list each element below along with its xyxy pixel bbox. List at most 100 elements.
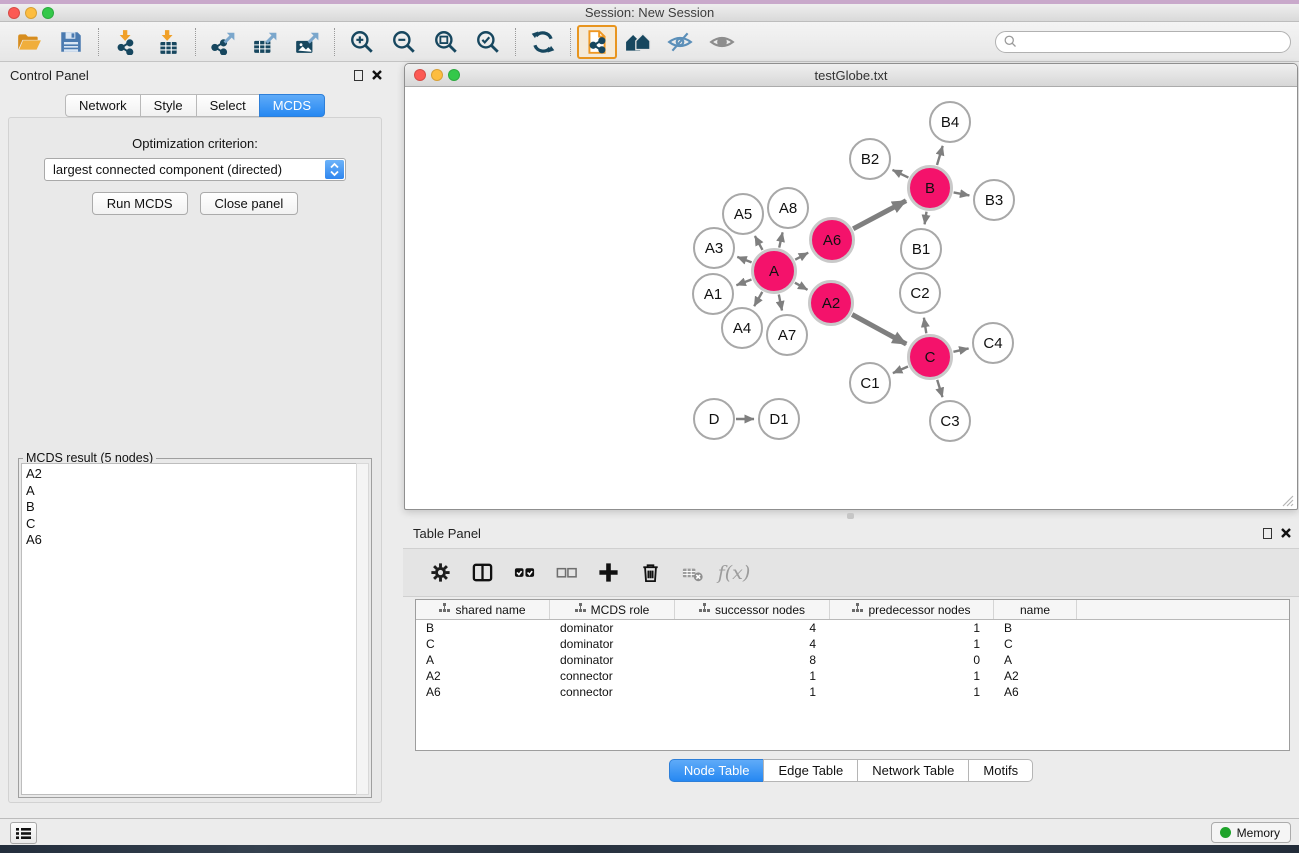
cell: A2 — [994, 668, 1077, 684]
tab-select[interactable]: Select — [196, 94, 259, 117]
table-row[interactable]: A2connector11A2 — [416, 668, 1289, 684]
tab-style[interactable]: Style — [140, 94, 196, 117]
close-panel-icon[interactable] — [372, 68, 382, 83]
attribute-type-icon — [699, 603, 710, 617]
column-header-successor-nodes[interactable]: successor nodes — [675, 600, 830, 619]
mcds-result-list[interactable]: A2ABCA6 — [21, 463, 356, 795]
new-network-icon[interactable] — [577, 25, 617, 59]
graph-node-D1[interactable]: D1 — [758, 398, 800, 440]
task-history-button[interactable] — [10, 822, 37, 844]
float-panel-icon[interactable] — [354, 70, 363, 81]
open-session-icon[interactable] — [8, 26, 50, 58]
graph-node-C[interactable]: C — [907, 334, 953, 380]
column-header-name[interactable]: name — [994, 600, 1077, 619]
export-image-icon[interactable] — [286, 26, 328, 58]
graph-node-B4[interactable]: B4 — [929, 101, 971, 143]
graph-node-D[interactable]: D — [693, 398, 735, 440]
column-header-predecessor-nodes[interactable]: predecessor nodes — [830, 600, 994, 619]
import-network-icon[interactable] — [105, 26, 147, 58]
resize-grip-icon[interactable] — [1282, 494, 1294, 506]
criterion-select[interactable]: largest connected component (directed) — [44, 158, 346, 181]
column-header-shared-name[interactable]: shared name — [416, 600, 550, 619]
table-row[interactable]: Bdominator41B — [416, 620, 1289, 636]
graph-node-B2[interactable]: B2 — [849, 138, 891, 180]
mcds-result-item[interactable]: C — [26, 516, 356, 533]
export-network-icon[interactable] — [202, 26, 244, 58]
memory-button[interactable]: Memory — [1211, 822, 1291, 843]
network-canvas[interactable]: B4 B2 B B3 A8A5 A6 A3 B1 A C2 A1 A2 A4A7 C4 C C1 D D1 C3 — [406, 88, 1296, 508]
graph-node-A2[interactable]: A2 — [808, 280, 854, 326]
select-stepper-icon — [325, 160, 344, 179]
cell: A — [994, 652, 1077, 668]
panel-divider-handle[interactable] — [847, 513, 854, 519]
table-row[interactable]: Adominator80A — [416, 652, 1289, 668]
mcds-result-item[interactable]: B — [26, 499, 356, 516]
table-row[interactable]: Cdominator41C — [416, 636, 1289, 652]
main-toolbar — [0, 22, 1299, 62]
table-row[interactable]: A6connector11A6 — [416, 684, 1289, 700]
graph-node-A7[interactable]: A7 — [766, 314, 808, 356]
zoom-out-icon[interactable] — [383, 26, 425, 58]
mcds-result-item[interactable]: A2 — [26, 466, 356, 483]
tab-network[interactable]: Network — [65, 94, 140, 117]
zoom-fit-icon[interactable] — [425, 26, 467, 58]
status-bar: Memory — [0, 818, 1299, 845]
table-settings-icon[interactable] — [421, 555, 459, 591]
tab-motifs[interactable]: Motifs — [968, 759, 1033, 782]
delete-column-icon[interactable] — [631, 555, 669, 591]
close-table-panel-icon[interactable] — [1281, 526, 1291, 541]
tab-network-table[interactable]: Network Table — [857, 759, 968, 782]
graph-node-A6[interactable]: A6 — [809, 217, 855, 263]
split-panel-icon[interactable] — [463, 555, 501, 591]
tab-edge-table[interactable]: Edge Table — [763, 759, 857, 782]
import-table-icon[interactable] — [147, 26, 189, 58]
memory-status-icon — [1220, 827, 1231, 838]
show-details-icon[interactable] — [701, 26, 743, 58]
graph-node-B3[interactable]: B3 — [973, 179, 1015, 221]
graph-node-B1[interactable]: B1 — [900, 228, 942, 270]
run-mcds-button[interactable]: Run MCDS — [92, 192, 188, 215]
tab-mcds[interactable]: MCDS — [259, 94, 325, 117]
search-field[interactable] — [995, 31, 1291, 53]
main-titlebar[interactable]: Session: New Session — [0, 4, 1299, 22]
save-session-icon[interactable] — [50, 26, 92, 58]
cell: C — [994, 636, 1077, 652]
graph-node-A1[interactable]: A1 — [692, 273, 734, 315]
network-view-window[interactable]: testGlobe.txt B4 B2 B B3 A8A5 A6 A3 B1 A C2 A1 A2 A4… — [404, 63, 1298, 510]
search-input[interactable] — [995, 31, 1291, 53]
graph-node-C3[interactable]: C3 — [929, 400, 971, 442]
zoom-in-icon[interactable] — [341, 26, 383, 58]
toolbar-separator — [98, 28, 99, 56]
refresh-layout-icon[interactable] — [522, 26, 564, 58]
float-table-panel-icon[interactable] — [1263, 528, 1272, 539]
graph-node-A5[interactable]: A5 — [722, 193, 764, 235]
zoom-selected-icon[interactable] — [467, 26, 509, 58]
add-column-icon[interactable] — [589, 555, 627, 591]
graph-node-C2[interactable]: C2 — [899, 272, 941, 314]
result-scrollbar[interactable] — [356, 463, 369, 795]
graph-node-C4[interactable]: C4 — [972, 322, 1014, 364]
mcds-result-item[interactable]: A — [26, 483, 356, 500]
deselect-all-icon[interactable] — [547, 555, 585, 591]
node-table[interactable]: shared nameMCDS rolesuccessor nodesprede… — [415, 599, 1290, 751]
table-tabs: Node TableEdge TableNetwork TableMotifs — [403, 759, 1299, 782]
graph-node-B[interactable]: B — [907, 165, 953, 211]
mcds-result-item[interactable]: A6 — [26, 532, 356, 549]
graph-node-A8[interactable]: A8 — [767, 187, 809, 229]
network-window-titlebar[interactable]: testGlobe.txt — [405, 64, 1297, 87]
close-panel-button[interactable]: Close panel — [200, 192, 299, 215]
attribute-type-icon — [575, 603, 586, 617]
graph-node-A3[interactable]: A3 — [693, 227, 735, 269]
column-header-MCDS-role[interactable]: MCDS role — [550, 600, 675, 619]
graph-node-C1[interactable]: C1 — [849, 362, 891, 404]
cell: 1 — [830, 684, 994, 700]
export-table-icon[interactable] — [244, 26, 286, 58]
select-all-icon[interactable] — [505, 555, 543, 591]
hide-details-icon[interactable] — [659, 26, 701, 58]
toolbar-separator — [515, 28, 516, 56]
tab-node-table[interactable]: Node Table — [669, 759, 764, 782]
graph-node-A[interactable]: A — [751, 248, 797, 294]
neighbors-icon[interactable] — [617, 26, 659, 58]
graph-node-A4[interactable]: A4 — [721, 307, 763, 349]
attribute-type-icon — [852, 603, 863, 617]
